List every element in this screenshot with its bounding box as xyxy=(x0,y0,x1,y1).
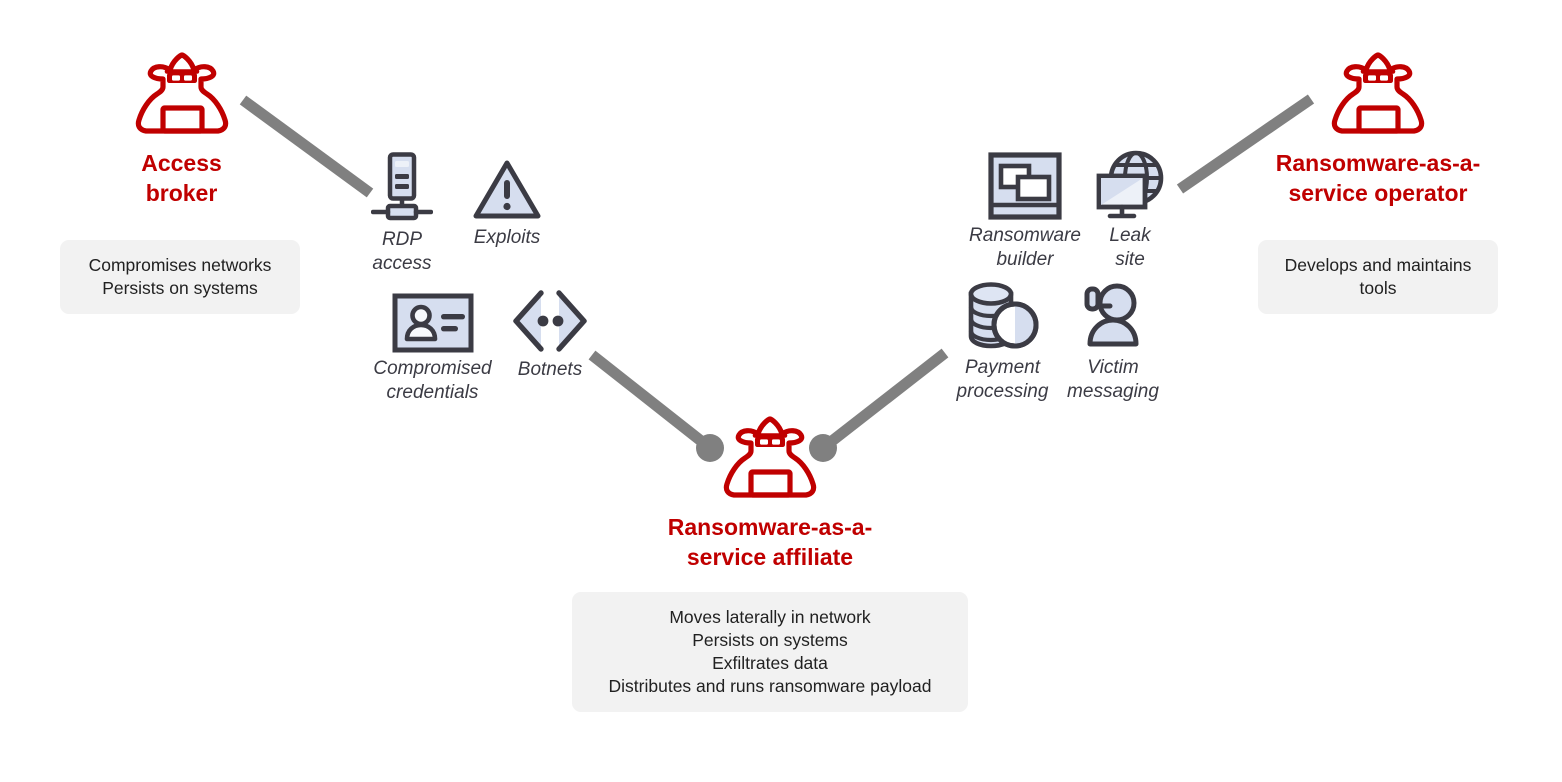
tool-payment-processing[interactable]: Payment processing xyxy=(940,282,1065,404)
tool-rdp-access[interactable]: RDP access xyxy=(350,152,454,276)
info-box-operator: Develops and maintains tools xyxy=(1258,240,1498,314)
info-box-affiliate: Moves laterally in network Persists on s… xyxy=(572,592,968,712)
actor-label-access-broker: Access broker xyxy=(141,150,222,206)
tool-compromised-credentials[interactable]: Compromised credentials xyxy=(355,293,510,405)
globe-monitor-icon xyxy=(1096,150,1164,219)
tool-ransomware-builder[interactable]: Ransomware builder xyxy=(955,152,1095,272)
ransomware-economy-diagram: Access broker Compromises networks Persi… xyxy=(0,0,1562,782)
tool-leak-site[interactable]: Leak site xyxy=(1090,150,1170,272)
hacker-icon xyxy=(135,52,228,134)
tool-label-botnets: Botnets xyxy=(517,359,583,380)
server-network-icon xyxy=(371,152,433,221)
tool-label-compromised-credentials: Compromised credentials xyxy=(373,358,492,403)
actor-affiliate[interactable]: Ransomware-as-a- service affiliate xyxy=(610,412,930,572)
actor-label-affiliate: Ransomware-as-a- service affiliate xyxy=(667,514,873,570)
tool-label-ransomware-builder: Ransomware builder xyxy=(969,225,1081,270)
actor-operator[interactable]: Ransomware-as-a- service operator xyxy=(1258,48,1498,208)
tool-label-rdp-access: RDP access xyxy=(372,229,432,274)
headset-person-icon xyxy=(1084,283,1139,347)
hacker-icon xyxy=(1331,52,1425,134)
hacker-icon xyxy=(723,416,817,498)
tool-botnets[interactable]: Botnets xyxy=(500,288,600,382)
code-brackets-icon xyxy=(513,290,587,352)
tool-label-exploits: Exploits xyxy=(473,227,541,248)
tool-label-leak-site: Leak site xyxy=(1109,225,1151,270)
tool-victim-messaging[interactable]: Victim messaging xyxy=(1053,282,1173,404)
actor-access-broker[interactable]: Access broker xyxy=(60,48,303,208)
id-card-icon xyxy=(392,293,473,353)
coins-icon xyxy=(968,282,1038,349)
tool-label-victim-messaging: Victim messaging xyxy=(1067,357,1159,402)
info-box-access-broker: Compromises networks Persists on systems xyxy=(60,240,300,314)
monitor-windows-icon xyxy=(988,152,1062,220)
tool-exploits[interactable]: Exploits xyxy=(452,158,562,250)
warning-triangle-icon xyxy=(473,160,541,219)
actor-label-operator: Ransomware-as-a- service operator xyxy=(1275,150,1481,206)
tool-label-payment-processing: Payment processing xyxy=(956,357,1049,402)
